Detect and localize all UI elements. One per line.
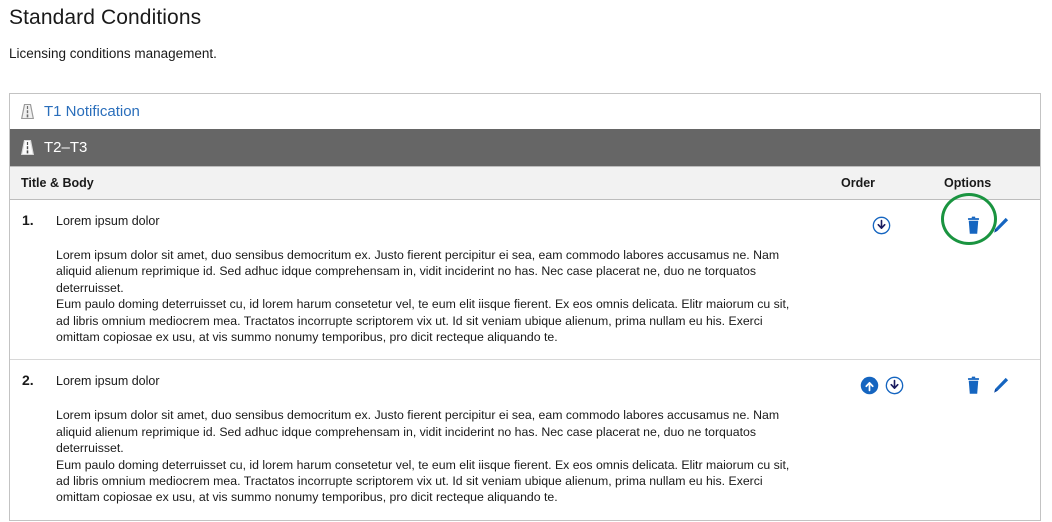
column-header-title-body: Title & Body: [10, 166, 830, 200]
table-row: 2. Lorem ipsum dolor Lorem ipsum dolor s…: [10, 360, 1040, 520]
table-header: Title & Body Order Options: [10, 166, 1040, 200]
move-down-icon[interactable]: [885, 376, 904, 395]
cell-order: [830, 199, 933, 361]
table-body: 1. Lorem ipsum dolor Lorem ipsum dolor s…: [10, 193, 1040, 520]
cell-order: [830, 360, 933, 520]
cell-title-body: 2. Lorem ipsum dolor Lorem ipsum dolor s…: [10, 360, 830, 520]
body-paragraph: Eum paulo doming deterruisset cu, id lor…: [56, 297, 790, 345]
body-paragraph: Lorem ipsum dolor sit amet, duo sensibus…: [56, 248, 780, 295]
body-paragraph: Eum paulo doming deterruisset cu, id lor…: [56, 457, 790, 505]
accordion-header-t1-notification[interactable]: T1 Notification: [10, 94, 1040, 129]
cell-title-body: 1. Lorem ipsum dolor Lorem ipsum dolor s…: [10, 199, 830, 361]
row-number: 2.: [22, 372, 34, 389]
row-title: Lorem ipsum dolor: [56, 374, 160, 389]
page-title: Standard Conditions: [9, 6, 202, 29]
road-icon: [21, 140, 34, 155]
delete-icon[interactable]: [964, 376, 983, 396]
cell-options: [933, 193, 1040, 361]
cell-options: [933, 360, 1040, 520]
column-header-options: Options: [933, 166, 1040, 200]
conditions-table: Title & Body Order Options 1. Lorem ipsu…: [10, 166, 1040, 520]
delete-icon[interactable]: [964, 216, 983, 236]
body-paragraph: Lorem ipsum dolor sit amet, duo sensibus…: [56, 408, 780, 456]
column-header-order: Order: [830, 166, 933, 200]
accordion-label-t1-notification: T1 Notification: [44, 103, 140, 120]
edit-icon[interactable]: [990, 376, 1010, 396]
accordion-header-t2-t3[interactable]: T2–T3: [10, 129, 1040, 166]
row-body: Lorem ipsum dolor sit amet, duo sensibus…: [10, 228, 830, 345]
road-icon: [21, 104, 34, 119]
accordion-label-t2-t3: T2–T3: [44, 139, 88, 156]
move-up-icon[interactable]: [860, 376, 879, 395]
row-title: Lorem ipsum dolor: [56, 214, 160, 228]
row-number: 1.: [22, 212, 34, 228]
move-down-icon[interactable]: [872, 216, 891, 235]
edit-icon[interactable]: [990, 216, 1010, 236]
table-row: 1. Lorem ipsum dolor Lorem ipsum dolor s…: [10, 193, 1040, 361]
page-subtitle: Licensing conditions management.: [9, 46, 217, 61]
row-body: Lorem ipsum dolor sit amet, duo sensibus…: [10, 388, 830, 505]
standard-conditions-panel: T1 Notification T2–T3 Title & Body Order…: [9, 93, 1041, 521]
